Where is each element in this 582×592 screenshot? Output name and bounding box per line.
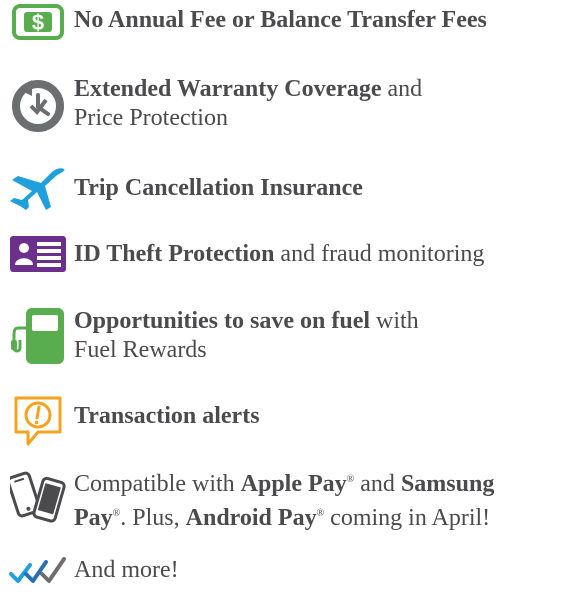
dollar-icon: $ bbox=[12, 4, 64, 42]
feature-id-theft: ID Theft Protection and fraud monitoring bbox=[0, 232, 582, 276]
feature-text: Opportunities to save on fuel with Fuel … bbox=[74, 308, 419, 363]
phones-icon bbox=[10, 468, 68, 528]
feature-no-annual-fee: $ No Annual Fee or Balance Transfer Fees bbox=[0, 0, 582, 44]
svg-text:$: $ bbox=[32, 10, 44, 35]
feature-text: Compatible with Apple Pay® and Samsung P… bbox=[74, 471, 495, 531]
airplane-icon bbox=[8, 166, 68, 210]
feature-text: And more! bbox=[74, 557, 179, 583]
feature-text: Trip Cancellation Insurance bbox=[74, 175, 363, 201]
feature-trip-cancellation: Trip Cancellation Insurance bbox=[0, 166, 582, 210]
feature-text: No Annual Fee or Balance Transfer Fees bbox=[74, 7, 487, 33]
alert-bubble-icon bbox=[12, 394, 64, 446]
feature-transaction-alerts: Transaction alerts bbox=[0, 392, 582, 446]
feature-text: Transaction alerts bbox=[74, 403, 260, 429]
feature-text: ID Theft Protection and fraud monitoring bbox=[74, 241, 485, 267]
feature-mobile-pay: Compatible with Apple Pay® and Samsung P… bbox=[0, 462, 582, 531]
fuel-pump-icon bbox=[10, 306, 66, 366]
id-card-icon bbox=[10, 236, 66, 274]
checkmarks-icon bbox=[8, 556, 68, 586]
feature-text: Extended Warranty Coverage and Price Pro… bbox=[74, 76, 423, 131]
feature-and-more: And more! bbox=[0, 552, 582, 590]
feature-fuel-savings: Opportunities to save on fuel with Fuel … bbox=[0, 304, 582, 368]
feature-extended-warranty: Extended Warranty Coverage and Price Pro… bbox=[0, 72, 582, 136]
warranty-clock-icon bbox=[10, 76, 66, 132]
